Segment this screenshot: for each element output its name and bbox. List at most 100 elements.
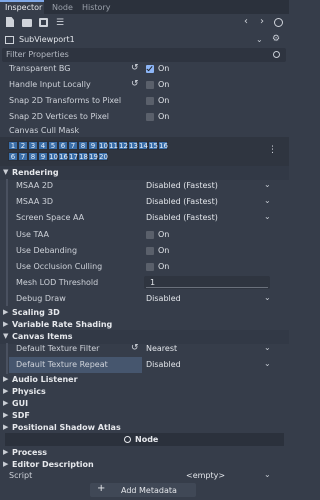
cull-mask-bit[interactable]: 1 (8, 141, 18, 150)
checkbox-text: On (158, 112, 170, 121)
prop-use-debanding[interactable]: Use Debanding On (0, 243, 289, 259)
cull-mask-bit[interactable]: 10 (48, 152, 58, 161)
section-title: Physics (12, 387, 46, 396)
dropdown-value[interactable]: Disabled (146, 294, 181, 303)
history-icon[interactable] (274, 18, 283, 27)
filter-properties-input[interactable]: Filter Properties (2, 48, 286, 62)
revert-icon[interactable]: ↺ (131, 63, 139, 73)
dropdown-value[interactable]: Disabled (Fastest) (146, 197, 218, 206)
cull-mask-bit[interactable]: 9 (38, 152, 48, 161)
tab-label: Inspector (5, 3, 43, 12)
cull-mask-bit[interactable]: 19 (88, 152, 98, 161)
forward-icon[interactable]: › (260, 16, 264, 27)
cull-mask-bit[interactable]: 14 (138, 141, 148, 150)
chevron-down-icon: ⌄ (264, 180, 271, 189)
cull-mask-bit[interactable]: 3 (28, 141, 38, 150)
cull-mask-bit[interactable]: 16 (58, 152, 68, 161)
dropdown-value[interactable]: Nearest (146, 344, 177, 353)
cull-mask-bit[interactable]: 4 (38, 141, 48, 150)
tab-bar: Inspector Node History (0, 0, 289, 14)
cull-mask-grid[interactable]: 1 2 3 4 5 6 7 8 9 10 11 12 13 14 15 16 6 7 8 9 10 16 17 18 19 20… (0, 137, 289, 167)
cull-mask-bit[interactable]: 18 (78, 152, 88, 161)
checkbox[interactable] (146, 263, 154, 271)
cull-mask-bit[interactable]: 7 (68, 141, 78, 150)
chevron-down-icon: ⌄ (264, 196, 271, 205)
checkbox[interactable] (146, 247, 154, 255)
cull-mask-bit[interactable]: 11 (108, 141, 118, 150)
prop-label: Use TAA (16, 230, 49, 239)
prop-default-texture-repeat[interactable]: Default Texture Repeat Disabled ⌄ (0, 357, 289, 373)
open-folder-icon[interactable] (22, 19, 32, 27)
new-resource-icon[interactable] (6, 17, 14, 27)
cull-mask-bit[interactable]: 16 (158, 141, 168, 150)
node-selector[interactable]: SubViewport1 ⌄ ⚙ (0, 32, 289, 48)
tools-icon[interactable]: ⚙ (272, 34, 280, 44)
dropdown-value[interactable]: Disabled (146, 360, 181, 369)
cull-mask-bit[interactable]: 15 (148, 141, 158, 150)
cull-mask-bit[interactable]: 12 (118, 141, 128, 150)
dropdown-value[interactable]: Disabled (Fastest) (146, 213, 218, 222)
toolbar: ☰ ‹ › (0, 14, 289, 32)
prop-handle-input-locally[interactable]: Handle Input Locally ↺ On (0, 77, 289, 93)
chevron-down-icon: ⌄ (264, 470, 271, 479)
checkbox[interactable] (146, 113, 154, 121)
checkbox[interactable] (146, 65, 154, 73)
cull-mask-label: Canvas Cull Mask (9, 126, 80, 135)
cull-mask-bit[interactable]: 2 (18, 141, 28, 150)
cull-mask-bit[interactable]: 10 (98, 141, 108, 150)
prop-msaa-2d[interactable]: MSAA 2D Disabled (Fastest) ⌄ (0, 178, 289, 194)
prop-snap-transforms[interactable]: Snap 2D Transforms to Pixel On (0, 93, 289, 109)
cull-mask-bit[interactable]: 7 (18, 152, 28, 161)
back-icon[interactable]: ‹ (244, 16, 248, 27)
node-header-label: Node (135, 435, 159, 444)
revert-icon[interactable]: ↺ (131, 79, 139, 89)
add-metadata-button[interactable]: + Add Metadata (90, 483, 196, 497)
checkbox-text: On (158, 64, 170, 73)
cull-mask-row-1: 1 2 3 4 5 6 7 8 9 10 11 12 13 14 15 16 (8, 141, 208, 151)
prop-snap-vertices[interactable]: Snap 2D Vertices to Pixel On (0, 109, 289, 125)
tab-node[interactable]: Node (52, 3, 73, 12)
cull-mask-bit[interactable]: 8 (78, 141, 88, 150)
prop-msaa-3d[interactable]: MSAA 3D Disabled (Fastest) ⌄ (0, 194, 289, 210)
checkbox-text: On (158, 262, 170, 271)
cull-mask-bit[interactable]: 8 (28, 152, 38, 161)
lod-slider-track[interactable] (146, 287, 268, 288)
cull-mask-bit[interactable]: 6 (58, 141, 68, 150)
lod-spinbox[interactable]: 1 (144, 276, 270, 289)
prop-use-taa[interactable]: Use TAA On (0, 227, 289, 243)
prop-script[interactable]: Script <empty> ⌄ (0, 468, 289, 484)
chevron-down-icon[interactable]: ⌄ (256, 35, 263, 44)
checkbox[interactable] (146, 81, 154, 89)
options-icon[interactable]: ☰ (56, 18, 64, 28)
add-metadata-label: Add Metadata (121, 486, 177, 495)
checkbox[interactable] (146, 97, 154, 105)
prop-use-occlusion-culling[interactable]: Use Occlusion Culling On (0, 259, 289, 275)
revert-icon[interactable]: ↺ (131, 343, 139, 353)
checkbox-text: On (158, 80, 170, 89)
prop-default-texture-filter[interactable]: Default Texture Filter ↺ Nearest ⌄ (0, 341, 289, 357)
prop-screen-space-aa[interactable]: Screen Space AA Disabled (Fastest) ⌄ (0, 210, 289, 226)
cull-mask-bit[interactable]: 20 (98, 152, 108, 161)
section-title: GUI (12, 399, 29, 408)
prop-debug-draw[interactable]: Debug Draw Disabled ⌄ (0, 291, 289, 307)
checkbox[interactable] (146, 231, 154, 239)
dropdown-value[interactable]: Disabled (Fastest) (146, 181, 218, 190)
prop-mesh-lod-threshold[interactable]: Mesh LOD Threshold 1 (0, 275, 289, 291)
tab-history[interactable]: History (82, 3, 110, 12)
prop-transparent-bg[interactable]: Transparent BG ↺ On (0, 61, 289, 77)
cull-mask-bit[interactable]: 13 (128, 141, 138, 150)
prop-label: Mesh LOD Threshold (16, 278, 99, 287)
checkbox-text: On (158, 246, 170, 255)
chevron-down-icon: ▼ (3, 168, 9, 176)
node-name: SubViewport1 (19, 35, 75, 44)
more-vertical-icon[interactable]: ⋮ (268, 145, 277, 155)
chevron-down-icon: ⌄ (264, 359, 271, 368)
script-value[interactable]: <empty> (186, 471, 225, 480)
cull-mask-bit[interactable]: 9 (88, 141, 98, 150)
cull-mask-bit[interactable]: 6 (8, 152, 18, 161)
save-icon[interactable] (39, 18, 48, 27)
prop-label: Snap 2D Transforms to Pixel (9, 96, 122, 105)
tab-inspector[interactable]: Inspector (0, 0, 44, 14)
cull-mask-bit[interactable]: 17 (68, 152, 78, 161)
cull-mask-bit[interactable]: 5 (48, 141, 58, 150)
